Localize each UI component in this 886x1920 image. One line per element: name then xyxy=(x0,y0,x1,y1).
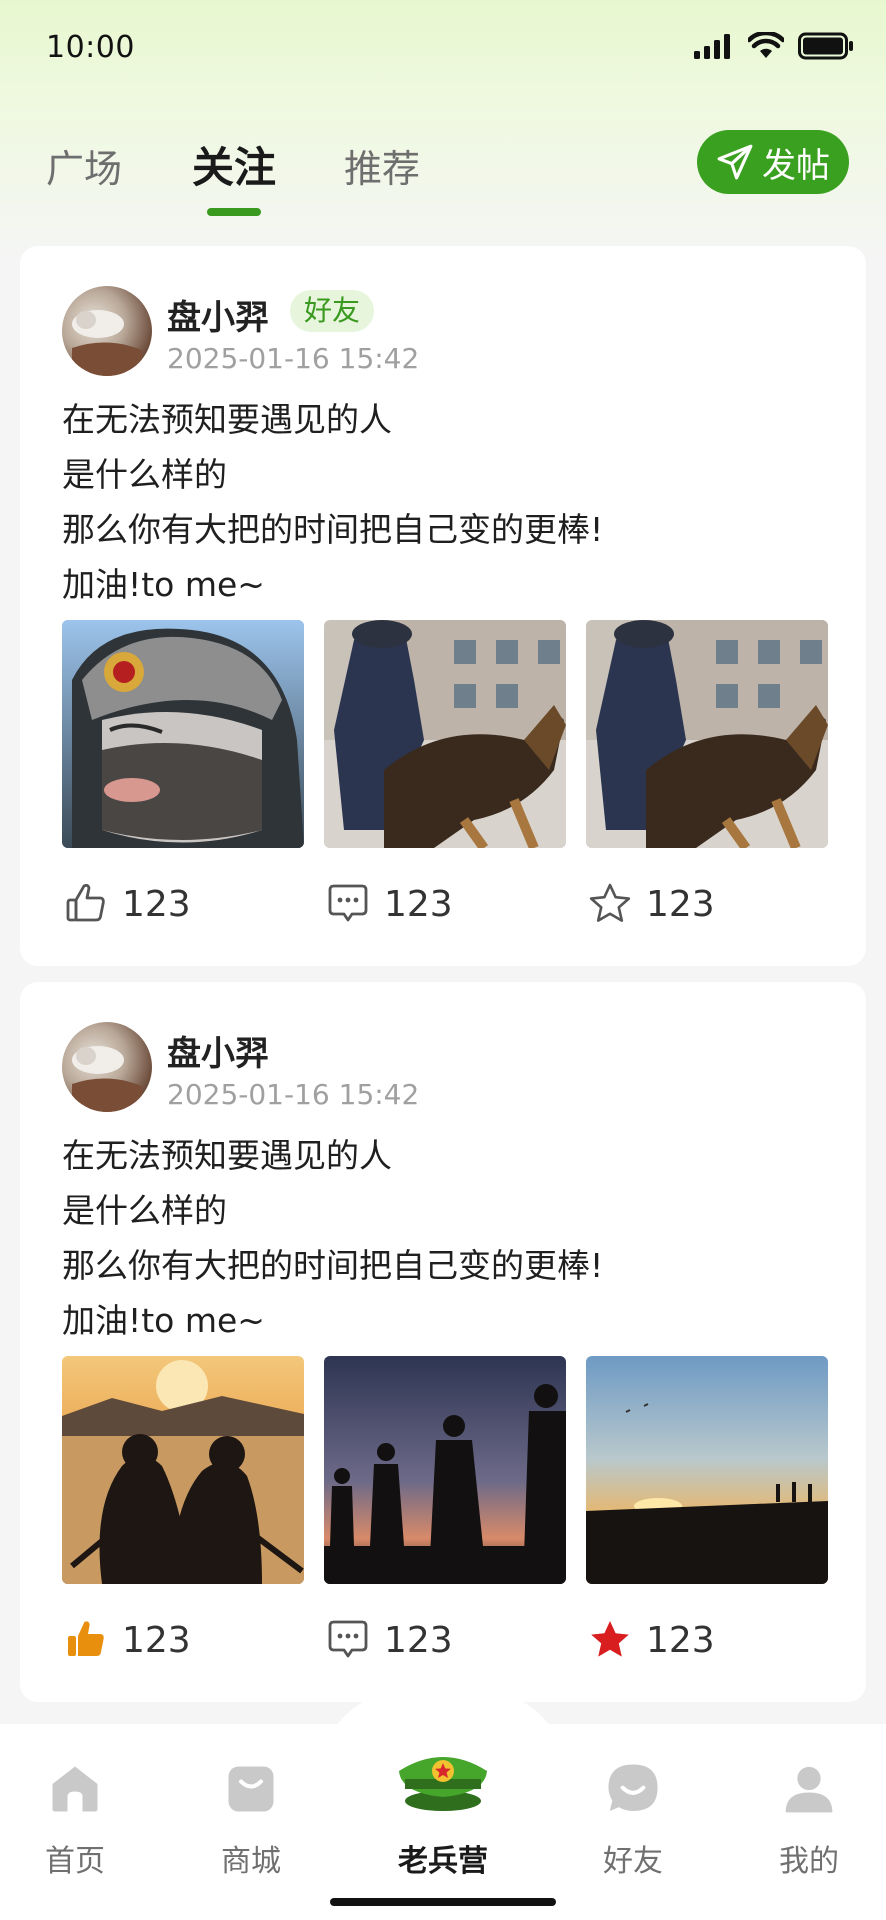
post-timestamp: 2025-01-16 15:42 xyxy=(167,1078,420,1111)
bottom-nav: 首页 商城 老兵营 好友 我的 xyxy=(0,1724,886,1920)
home-indicator xyxy=(330,1898,556,1906)
comment-icon xyxy=(328,1620,368,1658)
star-filled-icon xyxy=(591,1621,629,1657)
post-text-line: 在无法预知要遇见的人 xyxy=(62,1136,392,1175)
post-text-line: 那么你有大把的时间把自己变的更棒! xyxy=(62,1246,604,1285)
new-post-button[interactable]: 发帖 xyxy=(697,130,849,194)
avatar[interactable] xyxy=(62,1022,152,1112)
nav-label: 老兵营 xyxy=(398,1844,488,1879)
author-name[interactable]: 盘小羿 xyxy=(167,1026,269,1075)
active-tab-indicator xyxy=(207,208,261,216)
tab-square[interactable]: 广场 xyxy=(46,138,122,193)
shopping-bag-icon xyxy=(228,1766,274,1812)
chat-bubble-icon xyxy=(608,1764,658,1811)
comment-count: 123 xyxy=(384,1619,453,1661)
post-image[interactable] xyxy=(586,1356,828,1584)
battery-icon xyxy=(798,32,853,60)
thumbs-up-icon xyxy=(66,883,105,922)
nav-home[interactable]: 首页 xyxy=(10,1756,140,1880)
comment-button[interactable]: 123 xyxy=(324,1610,453,1670)
avatar[interactable] xyxy=(62,286,152,376)
post-card[interactable]: 盘小羿 2025-01-16 15:42 在无法预知要遇见的人 是什么样的 那么… xyxy=(20,982,866,1702)
star-icon xyxy=(589,883,631,922)
comment-button[interactable]: 123 xyxy=(324,874,453,934)
home-icon xyxy=(52,1766,98,1812)
post-timestamp: 2025-01-16 15:42 xyxy=(167,342,420,375)
military-cap-icon xyxy=(399,1757,487,1811)
status-bar: 10:00 xyxy=(0,0,886,92)
user-icon xyxy=(785,1766,833,1813)
post-text-line: 是什么样的 xyxy=(62,1191,227,1230)
post-image[interactable] xyxy=(324,1356,566,1584)
send-icon xyxy=(717,144,753,180)
nav-friends[interactable]: 好友 xyxy=(568,1756,698,1880)
status-time: 10:00 xyxy=(46,30,135,65)
post-text-line: 加油!to me~ xyxy=(62,565,265,604)
nav-label: 好友 xyxy=(603,1844,663,1879)
post-text-line: 是什么样的 xyxy=(62,455,227,494)
nav-label: 首页 xyxy=(45,1844,105,1879)
post-card[interactable]: 盘小羿 好友 2025-01-16 15:42 在无法预知要遇见的人 是什么样的… xyxy=(20,246,866,966)
favorite-button[interactable]: 123 xyxy=(586,1610,715,1670)
status-icons xyxy=(694,32,854,60)
like-count: 123 xyxy=(122,883,191,925)
like-count: 123 xyxy=(122,1619,191,1661)
like-button[interactable]: 123 xyxy=(62,874,191,934)
signal-icon xyxy=(694,34,730,59)
nav-label: 商城 xyxy=(221,1844,281,1879)
new-post-label: 发帖 xyxy=(762,145,830,186)
post-text-line: 那么你有大把的时间把自己变的更棒! xyxy=(62,510,604,549)
post-text: 在无法预知要遇见的人 是什么样的 那么你有大把的时间把自己变的更棒! 加油!to… xyxy=(62,1128,822,1348)
nav-profile[interactable]: 我的 xyxy=(744,1756,874,1880)
nav-label: 我的 xyxy=(779,1844,839,1879)
tab-recommended[interactable]: 推荐 xyxy=(344,138,420,193)
post-image[interactable] xyxy=(62,1356,304,1584)
favorite-button[interactable]: 123 xyxy=(586,874,715,934)
post-image[interactable] xyxy=(324,620,566,848)
favorite-count: 123 xyxy=(646,883,715,925)
wifi-icon xyxy=(748,32,784,58)
tab-following[interactable]: 关注 xyxy=(192,134,276,195)
post-image[interactable] xyxy=(62,620,304,848)
post-text-line: 加油!to me~ xyxy=(62,1301,265,1340)
comment-count: 123 xyxy=(384,883,453,925)
post-text: 在无法预知要遇见的人 是什么样的 那么你有大把的时间把自己变的更棒! 加油!to… xyxy=(62,392,822,612)
post-text-line: 在无法预知要遇见的人 xyxy=(62,400,392,439)
favorite-count: 123 xyxy=(646,1619,715,1661)
like-button[interactable]: 123 xyxy=(62,1610,191,1670)
comment-icon xyxy=(328,884,368,922)
nav-mall[interactable]: 商城 xyxy=(186,1756,316,1880)
post-image[interactable] xyxy=(586,620,828,848)
thumbs-up-filled-icon xyxy=(68,1621,104,1656)
friend-badge: 好友 xyxy=(290,290,375,332)
nav-veteran-camp[interactable]: 老兵营 xyxy=(378,1756,508,1880)
author-name[interactable]: 盘小羿 xyxy=(167,290,269,339)
